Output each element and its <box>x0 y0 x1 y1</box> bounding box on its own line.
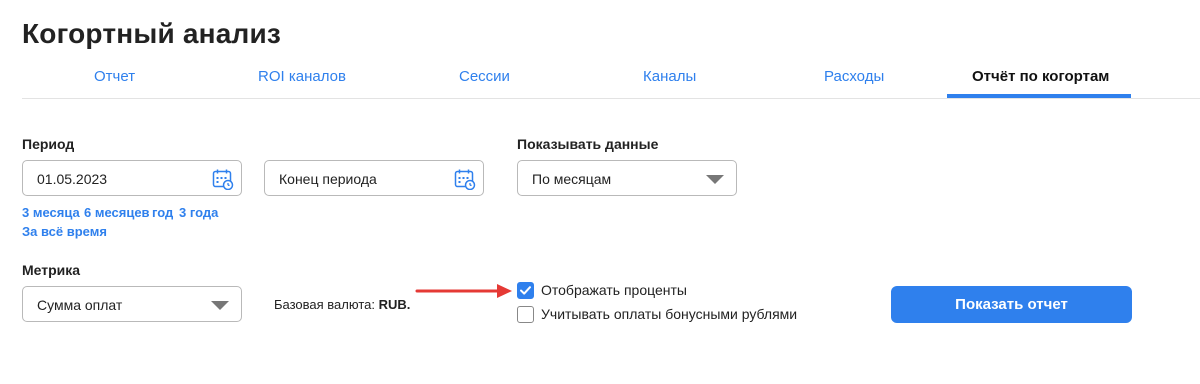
period-end-placeholder: Конец периода <box>279 171 377 187</box>
quick-link-all-time[interactable]: За всё время <box>22 224 107 239</box>
chevron-down-icon <box>211 301 229 310</box>
chevron-down-icon <box>706 175 724 184</box>
show-percent-label[interactable]: Отображать проценты <box>541 282 687 298</box>
tab-expenses[interactable]: Расходы <box>824 68 884 85</box>
show-data-value: По месяцам <box>532 171 612 187</box>
tab-bar: Отчет ROI каналов Сессии Каналы Расходы … <box>22 60 1200 99</box>
calendar-icon[interactable] <box>212 168 234 190</box>
bonus-payments-checkbox[interactable] <box>517 306 534 323</box>
show-data-select[interactable]: По месяцам <box>517 160 737 196</box>
tab-report[interactable]: Отчет <box>94 68 135 85</box>
active-tab-indicator <box>947 94 1131 98</box>
base-currency: Базовая валюта: RUB. <box>274 297 410 312</box>
quick-link-year[interactable]: год <box>152 205 173 220</box>
show-data-label: Показывать данные <box>517 136 659 152</box>
tab-channels[interactable]: Каналы <box>643 68 696 85</box>
base-currency-label: Базовая валюта: <box>274 297 375 312</box>
quick-link-3-years[interactable]: 3 года <box>179 205 218 220</box>
period-start-value: 01.05.2023 <box>37 171 108 187</box>
period-end-input[interactable]: Конец периода <box>264 160 484 196</box>
annotation-arrow-icon <box>415 284 512 298</box>
period-start-input[interactable]: 01.05.2023 <box>22 160 242 196</box>
show-report-button[interactable]: Показать отчет <box>891 286 1132 323</box>
period-label: Период <box>22 136 75 152</box>
calendar-icon[interactable] <box>454 168 476 190</box>
tab-cohort-report[interactable]: Отчёт по когортам <box>972 68 1109 85</box>
quick-link-3-months[interactable]: 3 месяца <box>22 205 80 220</box>
base-currency-value: RUB. <box>378 297 411 312</box>
checkmark-icon <box>520 286 531 295</box>
metric-label: Метрика <box>22 262 81 278</box>
tab-roi-channels[interactable]: ROI каналов <box>258 68 346 85</box>
page-title: Когортный анализ <box>22 18 282 49</box>
metric-select[interactable]: Сумма оплат <box>22 286 242 322</box>
show-percent-checkbox[interactable] <box>517 282 534 299</box>
metric-value: Сумма оплат <box>37 297 123 313</box>
tab-sessions[interactable]: Сессии <box>459 68 510 85</box>
bonus-payments-label[interactable]: Учитывать оплаты бонусными рублями <box>541 306 797 322</box>
quick-link-6-months[interactable]: 6 месяцев <box>84 205 150 220</box>
